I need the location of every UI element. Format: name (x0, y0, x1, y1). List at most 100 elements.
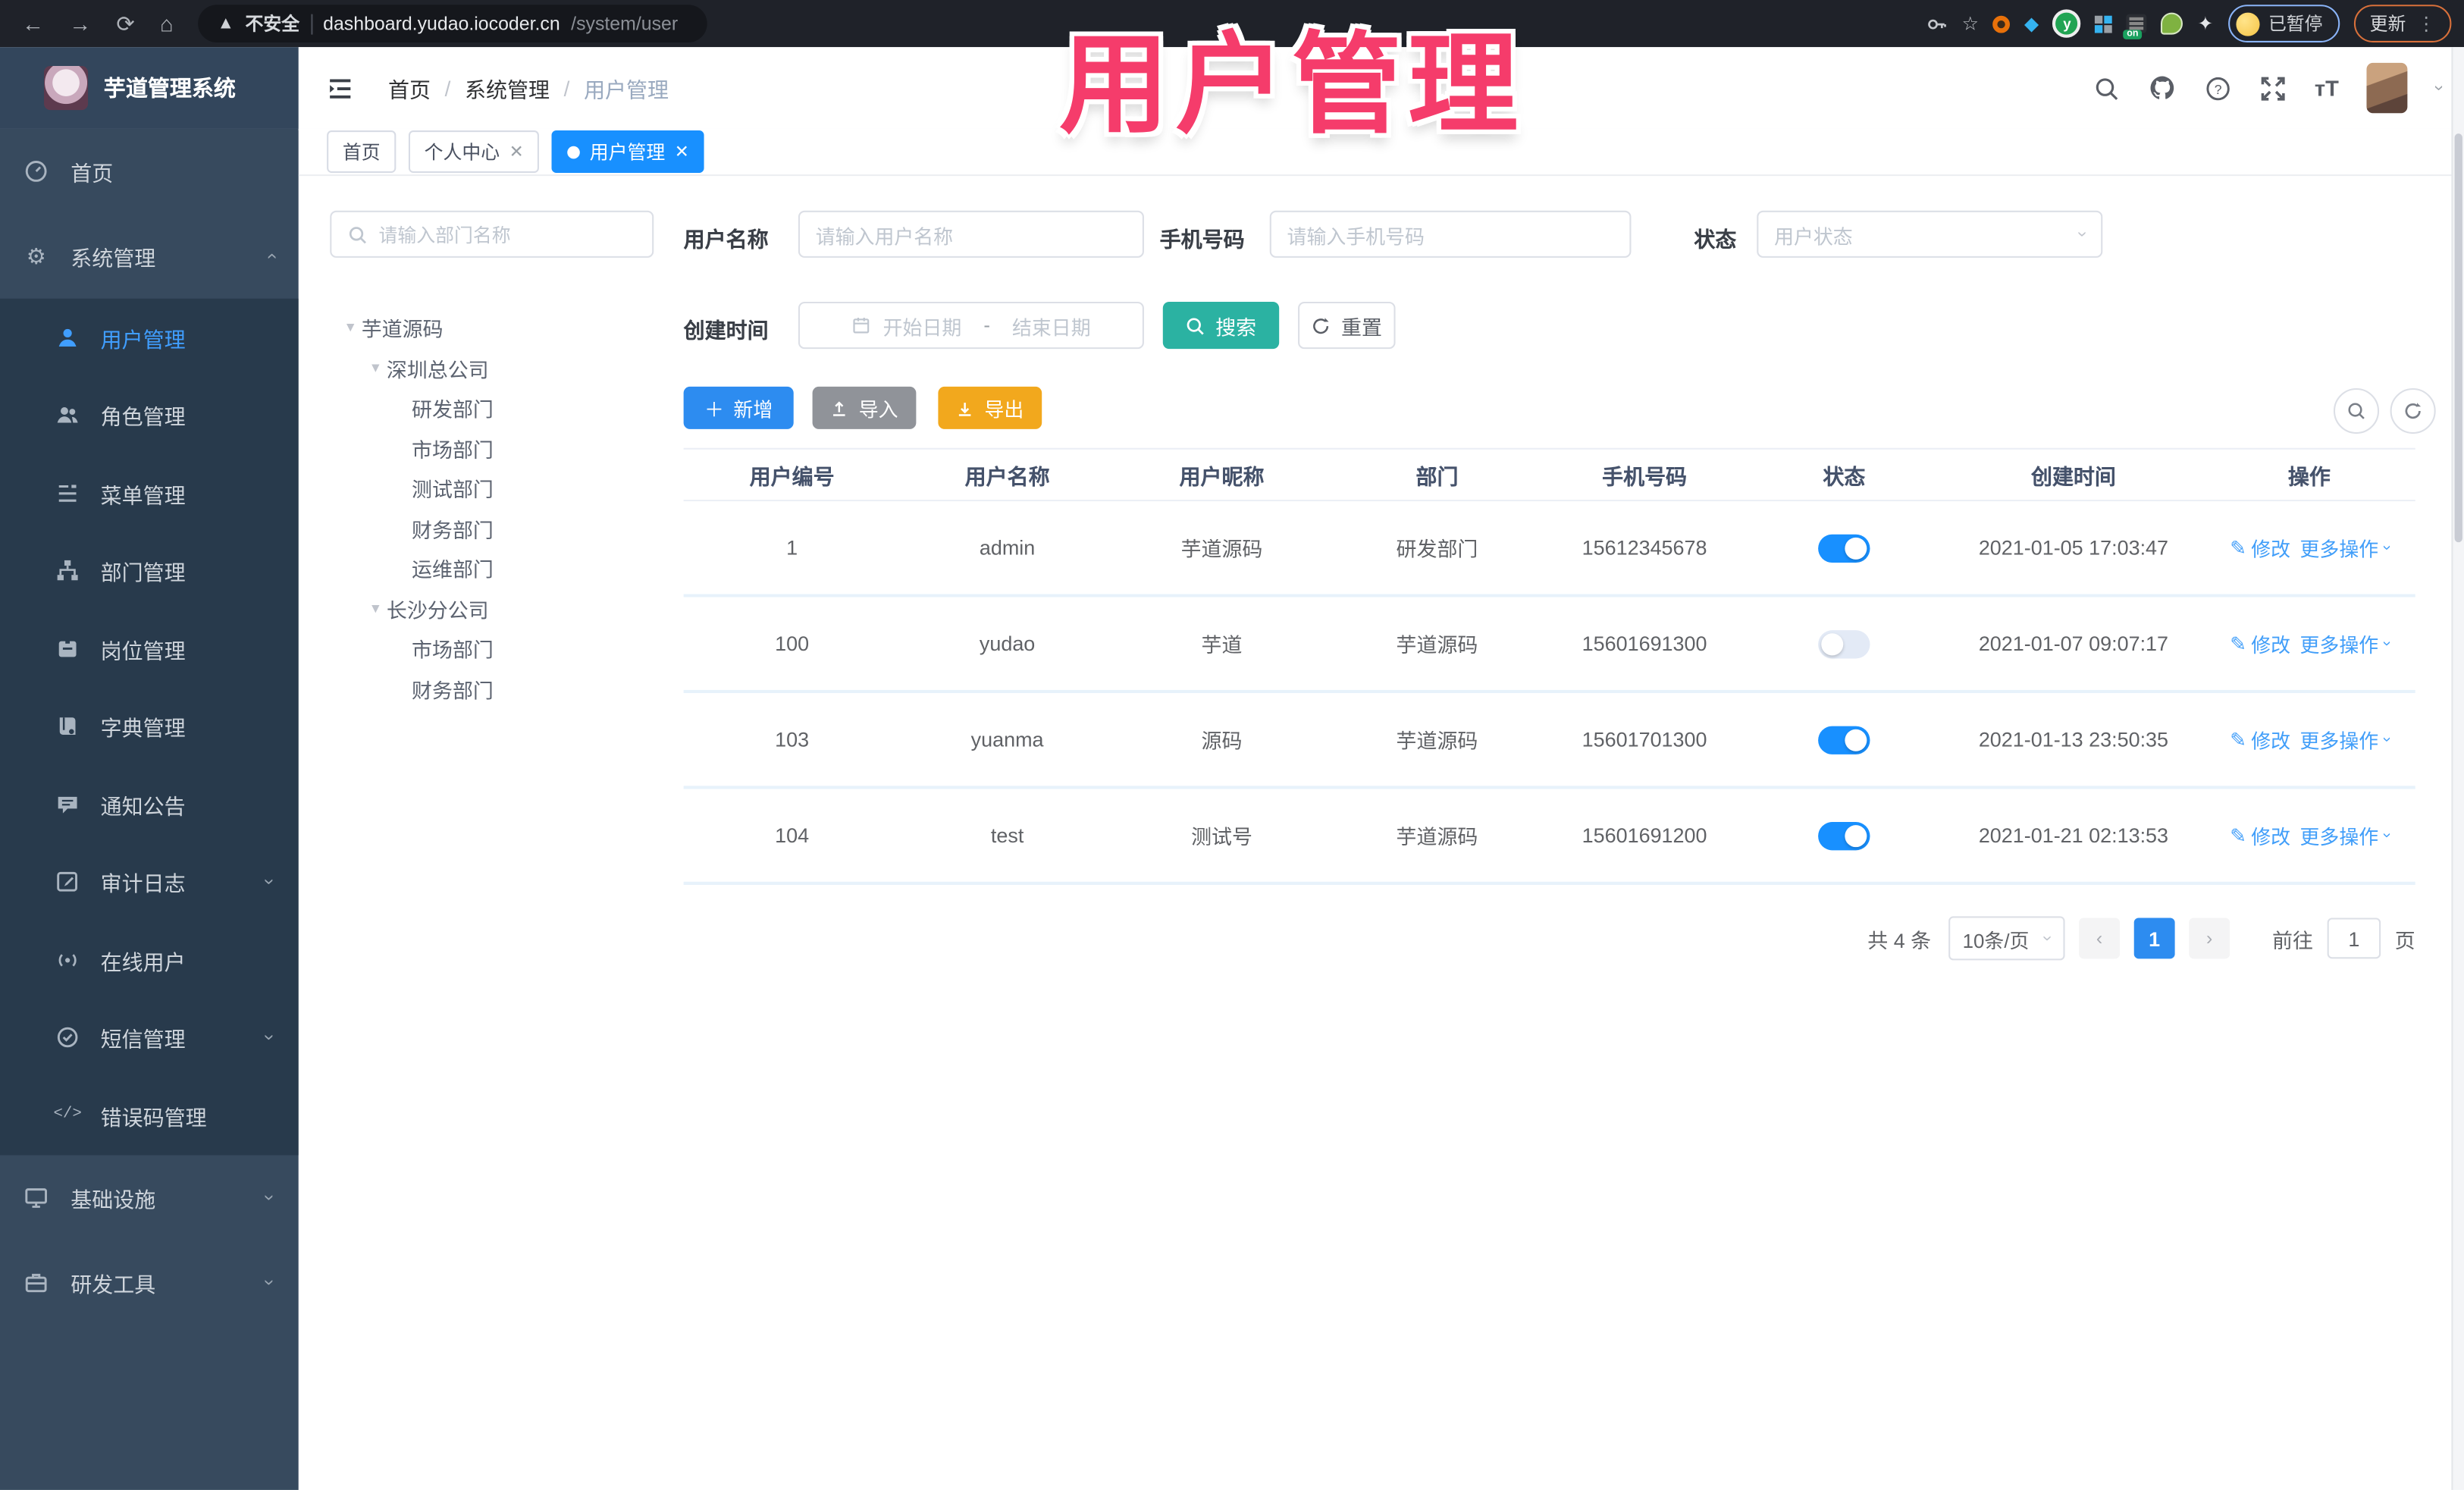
back-icon[interactable]: ← (22, 10, 44, 36)
next-page-button[interactable]: › (2189, 918, 2230, 959)
sidebar-item-online-users[interactable]: 在线用户 (0, 921, 299, 999)
font-size-icon[interactable]: ᴛT (2315, 75, 2339, 100)
username-input[interactable]: 请输入用户名称 (798, 210, 1144, 258)
sidebar-item-infra[interactable]: 基础设施 › (0, 1154, 299, 1239)
export-button[interactable]: 导出 (938, 386, 1042, 429)
sidebar-item-menus[interactable]: 菜单管理 (0, 454, 299, 532)
status-select[interactable]: 用户状态 › (1757, 210, 2103, 258)
more-actions-link[interactable]: 更多操作 › (2300, 725, 2395, 754)
sidebar-item-dev-tools[interactable]: 研发工具 › (0, 1239, 299, 1324)
search-icon[interactable] (2093, 74, 2120, 101)
tab-user-management[interactable]: 用户管理 ✕ (552, 130, 705, 173)
tree-node-company[interactable]: ▾ 深圳总公司 (330, 348, 654, 388)
status-toggle[interactable] (1818, 533, 1870, 562)
sidebar-item-audit-log[interactable]: 审计日志 › (0, 843, 299, 921)
page: ← → ⟳ ⌂ ▲ 不安全 dashboard.yudao.iocoder.cn… (0, 0, 2464, 1490)
sidebar-item-dict[interactable]: 字典管理 (0, 688, 299, 766)
extension-tabs-icon[interactable]: on (2124, 14, 2148, 39)
user-avatar[interactable] (2367, 62, 2409, 114)
extension-orange-icon[interactable] (1992, 14, 2011, 33)
browser-profile-chip[interactable]: 已暂停 (2227, 5, 2340, 42)
edit-link[interactable]: ✎ 修改 (2230, 629, 2290, 658)
date-range-input[interactable]: 开始日期 - 结束日期 (798, 301, 1144, 350)
app-logo[interactable]: 芋道管理系统 (0, 47, 299, 129)
status-toggle[interactable] (1818, 629, 1870, 658)
prev-page-button[interactable]: ‹ (2079, 918, 2121, 959)
extension-leaf-icon[interactable] (2161, 12, 2183, 35)
tab-home[interactable]: 首页 (327, 130, 397, 173)
avatar-caret-icon[interactable]: › (2430, 85, 2449, 91)
reset-button[interactable]: 重置 (1298, 301, 1396, 350)
key-icon[interactable] (1927, 14, 1948, 34)
tree-node-branch[interactable]: ▾ 长沙分公司 (330, 588, 654, 629)
extension-gem-icon[interactable]: ◆ (2024, 13, 2039, 35)
extension-green-icon[interactable]: y (2052, 9, 2082, 38)
status-toggle[interactable] (1818, 820, 1870, 850)
import-button[interactable]: 导入 (812, 386, 917, 429)
dept-search-input[interactable]: 请输入部门名称 (330, 210, 654, 258)
tree-node-dept[interactable]: 市场部门 (330, 629, 654, 669)
current-page-button[interactable]: 1 (2133, 918, 2175, 959)
more-actions-link[interactable]: 更多操作 › (2300, 533, 2395, 563)
sidebar-item-system[interactable]: ⚙ 系统管理 › (0, 214, 299, 299)
home-icon[interactable]: ⌂ (160, 10, 174, 36)
more-actions-link[interactable]: 更多操作 › (2300, 629, 2395, 658)
tree-node-root[interactable]: ▾ 芋道源码 (330, 308, 654, 348)
caret-down-icon[interactable]: ▾ (365, 600, 387, 617)
edit-link[interactable]: ✎ 修改 (2230, 725, 2290, 754)
close-icon[interactable]: ✕ (509, 142, 524, 162)
forward-icon[interactable]: → (69, 10, 91, 36)
edit-link[interactable]: ✎ 修改 (2230, 820, 2290, 850)
help-icon[interactable]: ? (2205, 74, 2231, 101)
sidebar-item-home[interactable]: 首页 (0, 129, 299, 214)
tab-profile[interactable]: 个人中心 ✕ (408, 130, 540, 173)
sidebar-item-depts[interactable]: 部门管理 (0, 532, 299, 610)
url-host[interactable]: dashboard.yudao.iocoder.cn (323, 13, 560, 35)
sidebar-item-error-codes[interactable]: </> 错误码管理 (0, 1077, 299, 1155)
extension-grid-icon[interactable] (2095, 14, 2113, 33)
monitor-icon (24, 1184, 49, 1209)
refresh-table-button[interactable] (2390, 387, 2436, 434)
search-icon (2348, 403, 2365, 419)
show-search-button[interactable] (2333, 387, 2380, 434)
scrollbar-thumb[interactable] (2454, 133, 2462, 543)
caret-down-icon[interactable]: ▾ (365, 359, 387, 377)
more-actions-link[interactable]: 更多操作 › (2300, 820, 2395, 850)
address-bar[interactable]: ▲ 不安全 dashboard.yudao.iocoder.cn/system/… (198, 5, 708, 42)
tree-node-dept[interactable]: 财务部门 (330, 509, 654, 549)
sidebar-item-roles[interactable]: 角色管理 (0, 376, 299, 454)
sidebar-item-notice[interactable]: 通知公告 (0, 765, 299, 843)
status-toggle[interactable] (1818, 725, 1870, 754)
search-button[interactable]: 搜索 (1162, 301, 1280, 350)
tree-node-dept[interactable]: 研发部门 (330, 388, 654, 428)
browser-menu-icon[interactable]: ⋮ (2417, 13, 2436, 35)
page-size-select[interactable]: 10条/页 › (1948, 916, 2065, 961)
tree-node-dept[interactable]: 运维部门 (330, 548, 654, 588)
tree-node-dept[interactable]: 市场部门 (330, 428, 654, 469)
sidebar-item-posts[interactable]: 岗位管理 (0, 610, 299, 688)
reload-icon[interactable]: ⟳ (116, 10, 134, 36)
collapse-sidebar-icon[interactable] (327, 77, 353, 100)
insecure-label[interactable]: 不安全 (246, 11, 300, 36)
extensions-puzzle-icon[interactable]: ✦ (2198, 13, 2214, 35)
close-icon[interactable]: ✕ (675, 142, 689, 162)
browser-update-button[interactable]: 更新 ⋮ (2353, 5, 2452, 42)
fullscreen-icon[interactable] (2259, 74, 2286, 101)
bookmark-star-icon[interactable]: ☆ (1962, 13, 1979, 35)
add-button[interactable]: ＋ 新增 (683, 386, 794, 429)
sidebar-item-sms[interactable]: 短信管理 › (0, 999, 299, 1077)
chevron-down-icon: › (259, 1034, 282, 1041)
edit-link[interactable]: ✎ 修改 (2230, 533, 2290, 563)
breadcrumb-home[interactable]: 首页 (388, 72, 431, 103)
cell-dept: 芋道源码 (1396, 633, 1478, 657)
pagination: 共 4 条 10条/页 › ‹ 1 › 前往 页 (1867, 916, 2415, 961)
breadcrumb-system[interactable]: 系统管理 (465, 72, 550, 103)
goto-page-input[interactable] (2327, 918, 2381, 959)
page-scrollbar[interactable] (2451, 47, 2464, 1490)
tree-node-dept[interactable]: 财务部门 (330, 669, 654, 709)
sidebar-item-users[interactable]: 用户管理 (0, 299, 299, 377)
caret-down-icon[interactable]: ▾ (340, 319, 362, 337)
mobile-input[interactable]: 请输入手机号码 (1269, 210, 1632, 258)
tree-node-dept[interactable]: 测试部门 (330, 469, 654, 509)
github-icon[interactable] (2148, 74, 2176, 102)
